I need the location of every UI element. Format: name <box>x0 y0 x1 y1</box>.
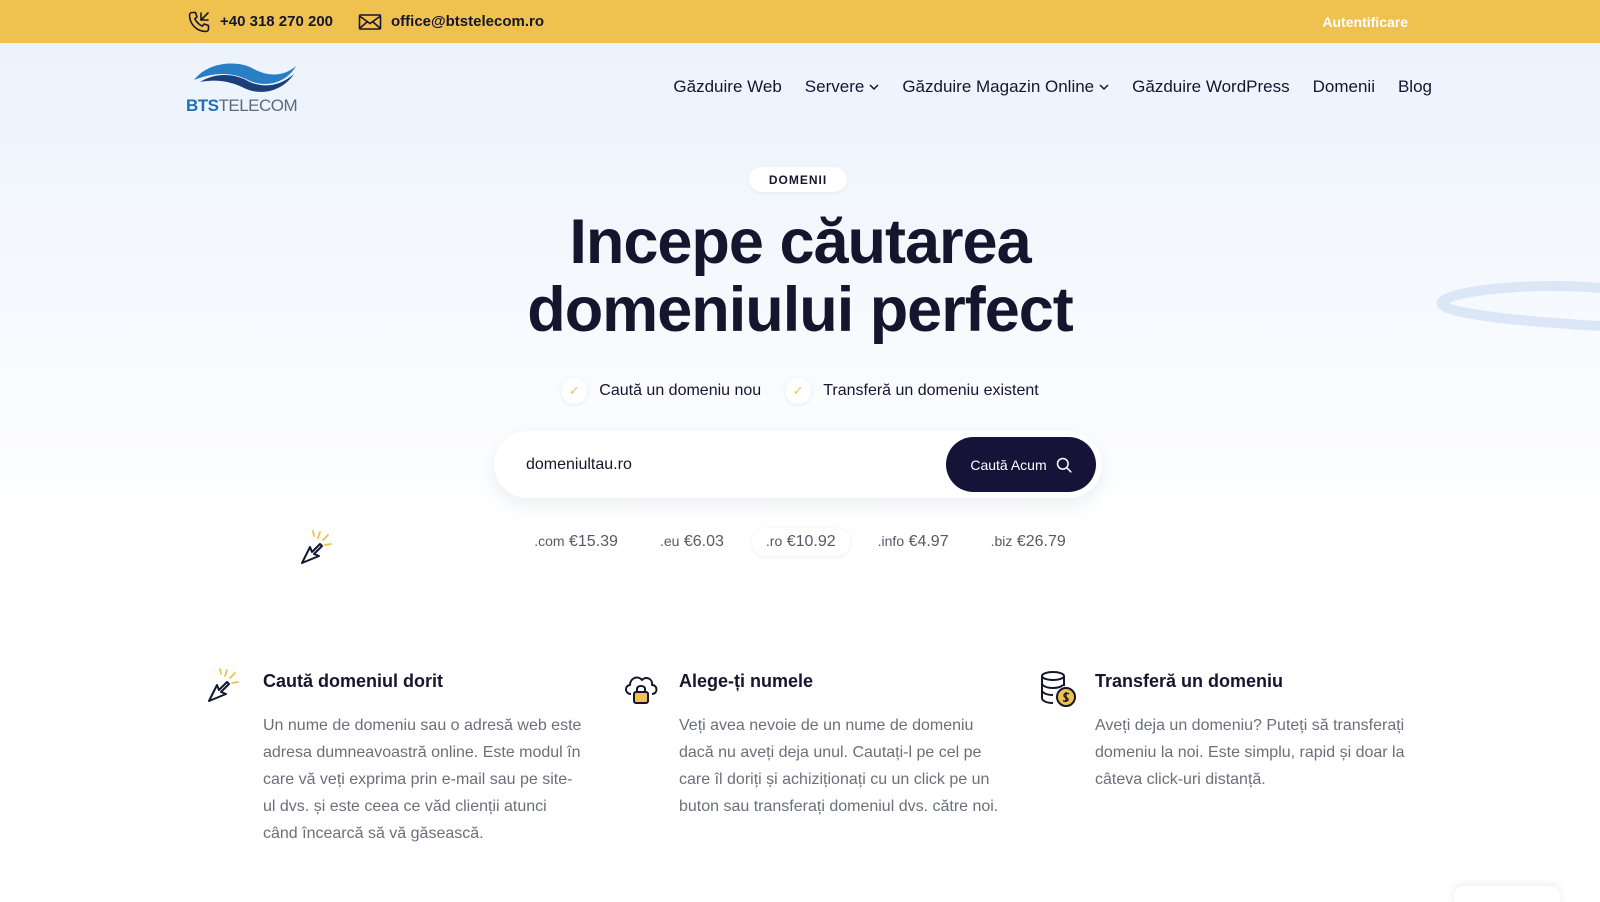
feature-search-domain: Caută domeniul dorit Un nume de domeniu … <box>208 668 583 847</box>
check-label: Caută un domeniu nou <box>599 382 762 399</box>
tld-price-list: .com €15.39 .eu €6.03 .ro €10.92 .info €… <box>0 528 1600 556</box>
nav-item-label: Găzduire WordPress <box>1132 77 1290 96</box>
cloud-lock-icon <box>625 676 658 704</box>
tld-price-ro[interactable]: .ro €10.92 <box>751 528 850 556</box>
floating-widget-tab[interactable] <box>1454 886 1560 902</box>
tld-name: .info <box>877 533 905 549</box>
email-address: office@btstelecom.ro <box>391 13 544 30</box>
email-contact[interactable]: office@btstelecom.ro <box>358 0 544 43</box>
check-item: ✓ Caută un domeniu nou <box>561 378 761 404</box>
domain-search-box: Caută Acum <box>494 431 1102 498</box>
search-icon <box>1056 457 1072 473</box>
checkmark-icon: ✓ <box>785 378 812 404</box>
section-badge: DOMENII <box>749 167 847 192</box>
tld-price-com[interactable]: .com €15.39 <box>520 528 632 556</box>
tld-name: .ro <box>765 533 783 549</box>
feature-text: Aveți deja un domeniu? Puteți să transfe… <box>1095 717 1405 788</box>
tld-price: €10.92 <box>786 533 836 550</box>
check-label: Transferă un domeniu existent <box>823 382 1039 399</box>
tld-price-info[interactable]: .info €4.97 <box>864 528 963 556</box>
chevron-down-icon <box>869 83 879 90</box>
nav-item-label: Găzduire Web <box>673 77 782 96</box>
feature-text: Un nume de domeniu sau o adresă web este… <box>263 717 582 842</box>
logo-text: BTSTELECOM <box>186 96 298 116</box>
nav-item-label: Blog <box>1397 77 1432 96</box>
tld-name: .biz <box>990 533 1013 549</box>
page: +40 318 270 200 office@btstelecom.ro Aut… <box>0 0 1600 902</box>
tld-name: .eu <box>659 533 680 549</box>
hero-title: Incepe căutarea domeniului perfect <box>400 208 1200 344</box>
main-nav: Găzduire Web Servere Găzduire Magazin On… <box>673 70 1432 104</box>
logo-wave-icon <box>194 63 296 92</box>
logo-text-bts: BTS <box>186 96 219 115</box>
cursor-click-icon <box>208 668 239 702</box>
tld-price-eu[interactable]: .eu €6.03 <box>646 528 738 556</box>
hero-title-line-2: domeniului perfect <box>527 275 1074 345</box>
logo[interactable]: BTSTELECOM <box>186 58 304 116</box>
feature-title: Caută domeniul dorit <box>263 671 443 691</box>
phone-icon <box>188 11 210 32</box>
nav-item-label: Servere <box>804 77 865 96</box>
search-button[interactable]: Caută Acum <box>946 437 1096 492</box>
tld-price: €15.39 <box>569 533 618 550</box>
tld-name: .com <box>534 533 565 549</box>
domain-search-input[interactable] <box>526 451 906 479</box>
hero-title-line-1: Incepe căutarea <box>569 207 1031 277</box>
search-button-label: Caută Acum <box>970 456 1047 473</box>
nav-item-domenii[interactable]: Domenii <box>1313 77 1375 97</box>
database-coin-icon <box>1041 671 1076 707</box>
logo-text-telecom: TELECOM <box>218 96 298 115</box>
phone-number: +40 318 270 200 <box>220 13 334 30</box>
nav-item-servere[interactable]: Servere <box>805 77 880 97</box>
nav-item-gazduire-web[interactable]: Găzduire Web <box>673 77 781 97</box>
tld-price: €4.97 <box>908 533 949 550</box>
login-link[interactable]: Autentificare <box>1322 0 1408 43</box>
checkmark-icon: ✓ <box>561 378 588 404</box>
nav-item-wordpress[interactable]: Găzduire WordPress <box>1132 77 1289 97</box>
nav-item-label: Domenii <box>1312 77 1375 96</box>
nav-item-label: Găzduire Magazin Online <box>902 77 1095 96</box>
tld-price: €26.79 <box>1016 533 1066 550</box>
chevron-down-icon <box>1099 83 1109 90</box>
nav-item-blog[interactable]: Blog <box>1398 77 1432 97</box>
feature-title: Alege-ți numele <box>679 671 814 691</box>
phone-contact[interactable]: +40 318 270 200 <box>187 0 333 43</box>
check-item: ✓ Transferă un domeniu existent <box>785 378 1039 404</box>
tld-price: €6.03 <box>683 533 724 550</box>
feature-choose-name: Alege-ți numele Veți avea nevoie de un n… <box>625 668 999 820</box>
tld-price-biz[interactable]: .biz €26.79 <box>977 528 1080 556</box>
feature-transfer-domain: Transferă un domeniu Aveți deja un domen… <box>1041 668 1415 793</box>
mail-icon <box>358 13 382 30</box>
feature-text: Veți avea nevoie de un nume de domeniu d… <box>679 717 999 815</box>
nav-item-magazin-online[interactable]: Găzduire Magazin Online <box>902 77 1109 97</box>
background-swoosh <box>1437 280 1600 331</box>
top-bar: +40 318 270 200 office@btstelecom.ro Aut… <box>0 0 1600 43</box>
hero-checks: ✓ Caută un domeniu nou ✓ Transferă un do… <box>0 378 1600 404</box>
feature-title: Transferă un domeniu <box>1095 671 1284 691</box>
